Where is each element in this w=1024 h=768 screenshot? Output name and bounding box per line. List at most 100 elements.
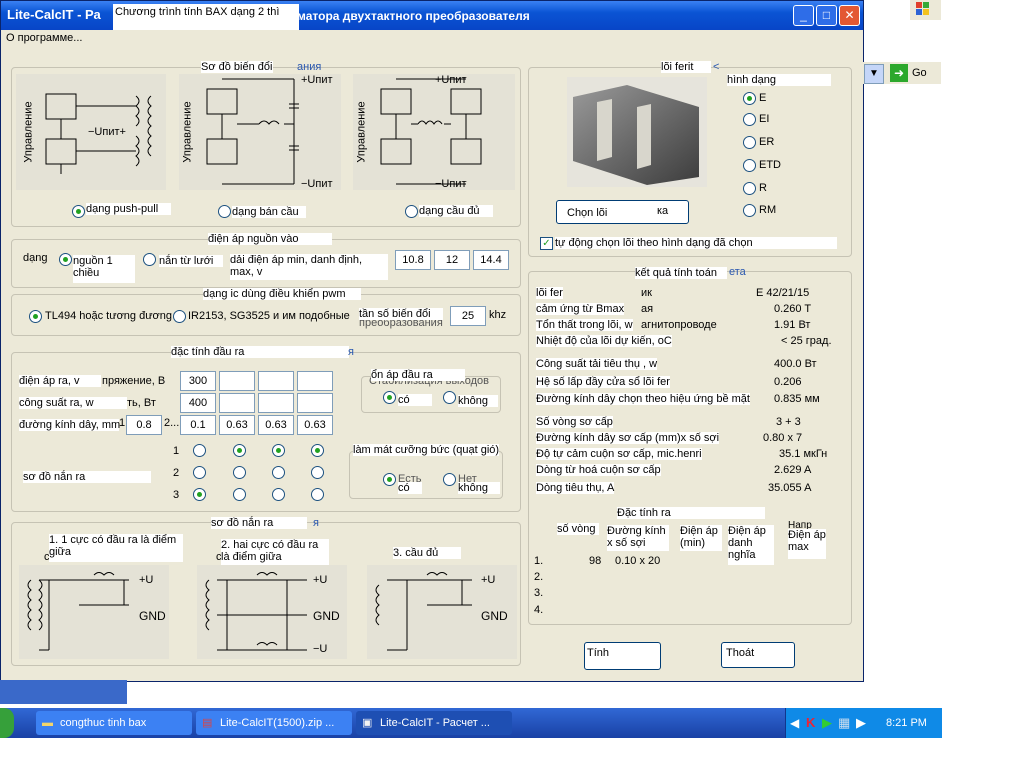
label-full-bridge: dạng cầu đủ <box>419 205 493 217</box>
rect-radio-2-3[interactable] <box>272 466 285 479</box>
radio-cool-yes[interactable] <box>383 473 396 486</box>
rect-radio-3-3[interactable] <box>272 488 285 501</box>
supply-plus-label: +Uпит <box>301 74 333 86</box>
radio-shape-e[interactable] <box>743 92 756 105</box>
out-power-4[interactable] <box>297 393 333 413</box>
out-voltage-3[interactable] <box>258 371 294 391</box>
title-bar[interactable]: Lite-CalcIT - Ра матора двухтактного пре… <box>1 1 863 42</box>
voltage-min-input[interactable]: 10.8 <box>395 250 431 270</box>
wire-diameter-4[interactable]: 0.63 <box>297 415 333 435</box>
radio-shape-ei[interactable] <box>743 113 756 126</box>
wire-diameter-1[interactable]: 0.1 <box>180 415 216 435</box>
rectifier-group-title: sơ đồ nắn ra <box>211 517 307 529</box>
rect-radio-3-1[interactable] <box>193 488 206 501</box>
choose-core-button[interactable]: Chọn lõi ка <box>556 200 689 224</box>
rect-radio-3-2[interactable] <box>233 488 246 501</box>
core-group-title: lõi ferit <box>661 61 711 73</box>
taskbar-item-zip-label: Lite-CalcIT(1500).zip ... <box>220 717 335 729</box>
radio-full-bridge[interactable] <box>405 205 418 218</box>
tray-chevron-icon[interactable]: ◀ <box>790 716 799 730</box>
out-voltage-1[interactable]: 300 <box>180 371 216 391</box>
label-shape-er: ER <box>759 136 775 148</box>
tray-network-icon[interactable]: ▦ <box>838 715 850 731</box>
tray-antivirus-icon[interactable]: K <box>806 715 815 730</box>
result-value: 400.0 Вт <box>774 358 817 370</box>
label-half-bridge: dạng bán cầu <box>232 206 306 218</box>
start-button[interactable] <box>0 708 14 738</box>
result-label: cảm ứng từ Bmax <box>536 303 625 315</box>
freq-label: tần số biến đổi <box>359 308 443 320</box>
radio-cool-no[interactable] <box>443 473 456 486</box>
result-value: < 25 град. <box>781 335 832 347</box>
exit-button[interactable]: Thoát <box>721 642 795 668</box>
wire-diameter-primary[interactable]: 0.8 <box>126 415 162 435</box>
tray-player-icon[interactable]: ▶ <box>856 715 866 731</box>
radio-stab-yes[interactable] <box>383 391 396 404</box>
col-vmin: Điện áp (min) <box>680 525 722 551</box>
minimize-button[interactable]: _ <box>793 5 814 26</box>
rect-3-label: 3. cầu đủ <box>393 547 461 559</box>
result-label: Đường kính dây sơ cấp (mm)x số sợi <box>536 432 720 444</box>
wire-diameter-3[interactable]: 0.63 <box>258 415 294 435</box>
background-toolbar: ▼ ➜ Go <box>862 62 941 84</box>
auto-select-checkbox[interactable]: ✓ <box>540 237 553 250</box>
rect-1-label: 1. 1 cực có đầu ra là điểm giữa <box>49 534 183 562</box>
rect-radio-1-1[interactable] <box>193 444 206 457</box>
result-label: Dòng từ hoá cuộn sơ cấp <box>536 464 661 476</box>
out-power-3[interactable] <box>258 393 294 413</box>
menu-about[interactable]: О программе... <box>6 32 82 44</box>
go-label[interactable]: Go <box>912 67 927 79</box>
calculate-label: Tính <box>587 647 610 659</box>
rect-radio-2-2[interactable] <box>233 466 246 479</box>
out-power-label: công suất ra, w <box>19 397 127 409</box>
label-ir2153: IR2153, SG3525 и им подобные <box>188 310 350 322</box>
radio-half-bridge[interactable] <box>218 205 231 218</box>
close-button[interactable]: ✕ <box>839 5 860 26</box>
label-dc-source: nguồn 1 chiều <box>73 255 135 283</box>
radio-shape-etd[interactable] <box>743 159 756 172</box>
rect2-gnd: GND <box>313 609 340 623</box>
radio-shape-rm[interactable] <box>743 204 756 217</box>
dropdown-chevron-icon[interactable]: ▼ <box>864 64 884 84</box>
rect-radio-1-2[interactable] <box>233 444 246 457</box>
supply-mid-label: −Uпит+ <box>88 126 126 138</box>
rect-radio-1-3[interactable] <box>272 444 285 457</box>
full-bridge-diagram: Управление +Uпит −Uпит <box>353 74 515 190</box>
out-voltage-2[interactable] <box>219 371 255 391</box>
out-power-1[interactable]: 400 <box>180 393 216 413</box>
wire-diameter-2[interactable]: 0.63 <box>219 415 255 435</box>
out-power-2[interactable] <box>219 393 255 413</box>
maximize-button[interactable]: □ <box>816 5 837 26</box>
output-group-title: đặc tính đầu ra <box>171 346 349 358</box>
taskbar: ▬ congthuc tinh bax ▤ Lite-CalcIT(1500).… <box>0 708 942 738</box>
windows-logo-icon <box>910 0 941 20</box>
go-arrow-icon[interactable]: ➜ <box>890 64 908 82</box>
taskbar-item-folder[interactable]: ▬ congthuc tinh bax <box>36 711 192 735</box>
radio-dc-source[interactable] <box>59 253 72 266</box>
tray-media-icon[interactable]: ▶ <box>822 715 832 731</box>
radio-shape-r[interactable] <box>743 182 756 195</box>
push-pull-diagram: Управление −Uпит+ <box>16 74 166 190</box>
rect-radio-2-4[interactable] <box>311 466 324 479</box>
voltage-max-input[interactable]: 14.4 <box>473 250 509 270</box>
radio-ir2153[interactable] <box>173 310 186 323</box>
rect-radio-2-1[interactable] <box>193 466 206 479</box>
rect-radio-3-4[interactable] <box>311 488 324 501</box>
calculate-button[interactable]: Tính <box>584 642 661 670</box>
radio-stab-no[interactable] <box>443 391 456 404</box>
taskbar-item-zip[interactable]: ▤ Lite-CalcIT(1500).zip ... <box>196 711 352 735</box>
radio-shape-er[interactable] <box>743 136 756 149</box>
app-icon: ▣ <box>362 717 373 729</box>
radio-tl494[interactable] <box>29 310 42 323</box>
radio-push-pull[interactable] <box>72 205 85 218</box>
freq-input[interactable]: 25 <box>450 306 486 326</box>
supply-minus-label: −Uпит <box>301 178 333 190</box>
out-voltage-4[interactable] <box>297 371 333 391</box>
result-suffix: агнитопроводе <box>641 319 717 331</box>
label-tl494: TL494 hoặc tương đương <box>45 310 173 322</box>
voltage-nominal-input[interactable]: 12 <box>434 250 470 270</box>
radio-mains[interactable] <box>143 253 156 266</box>
rect-radio-1-4[interactable] <box>311 444 324 457</box>
ic-group-title: dạng ic dùng điều khiển pwm <box>203 288 361 300</box>
taskbar-item-app[interactable]: ▣ Lite-CalcIT - Расчет ... <box>356 711 512 735</box>
